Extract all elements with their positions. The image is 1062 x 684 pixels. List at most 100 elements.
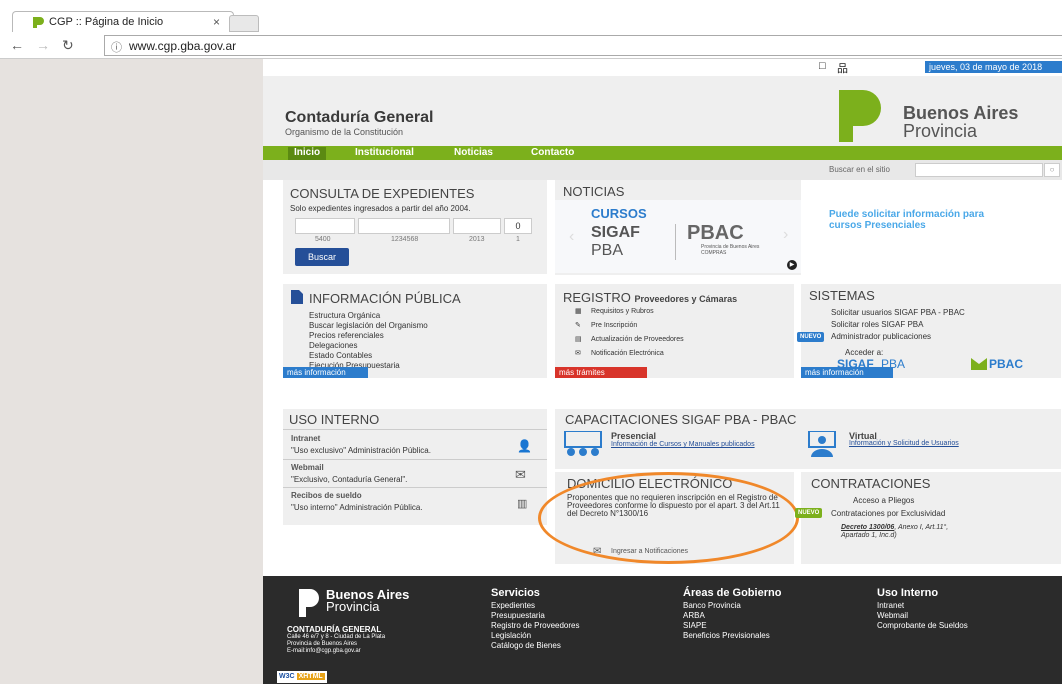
banner-promo-bg: [829, 197, 1061, 270]
sistemas-more-link[interactable]: más información: [801, 367, 893, 378]
expedientes-note: Solo expedientes ingresados a partir del…: [290, 204, 471, 213]
presencial-link[interactable]: Información de Cursos y Manuales publica…: [611, 441, 761, 449]
exp-field-organismo[interactable]: [295, 218, 355, 234]
registro-link-4[interactable]: Notificación Electrónica: [591, 350, 664, 357]
acceder-label: Acceder a:: [845, 348, 884, 357]
registro-title-sub: Proveedores y Cámaras: [634, 294, 738, 304]
browser-tab[interactable]: CGP :: Página de Inicio ×: [12, 11, 234, 32]
registro-more-link[interactable]: más trámites: [555, 367, 647, 378]
envelope-icon[interactable]: ✉: [515, 467, 526, 483]
footer-uso-link[interactable]: Webmail: [877, 611, 908, 620]
footer-uso-title: Uso Interno: [877, 587, 939, 599]
banner-prev-icon[interactable]: ‹: [569, 228, 574, 246]
footer-servicios-link[interactable]: Catálogo de Bienes: [491, 641, 561, 650]
sistemas-title: SISTEMAS: [809, 288, 875, 303]
banner-play-icon[interactable]: ▶: [787, 260, 797, 270]
footer-servicios-link[interactable]: Legislación: [491, 631, 531, 640]
menu-inicio[interactable]: Inicio: [288, 147, 327, 160]
noticias-banner[interactable]: CURSOS ‹ SIGAF PBA PBAC Provincia de Bue…: [555, 200, 801, 273]
info-link-3[interactable]: Precios referenciales: [309, 331, 384, 340]
sistemas-box: SISTEMAS Solicitar usuarios SIGAF PBA - …: [797, 284, 1061, 378]
browser-tabbar: CGP :: Página de Inicio ×: [0, 0, 1062, 32]
footer-servicios-link[interactable]: Registro de Proveedores: [491, 621, 580, 630]
w3c-text: W3C: [279, 673, 295, 680]
registro-link-1[interactable]: Requisitos y Rubros: [591, 308, 654, 315]
search-icon[interactable]: ○: [1044, 163, 1060, 177]
building-icon: ▤: [575, 336, 582, 343]
site-page: □ 品 jueves, 03 de mayo de 2018 Contadurí…: [263, 59, 1062, 684]
footer-areas-link[interactable]: SIAPE: [683, 621, 707, 630]
exp-hint-4: 1: [516, 236, 520, 243]
reload-icon[interactable]: ↻: [62, 37, 74, 54]
sistemas-link-1[interactable]: Solicitar usuarios SIGAF PBA - PBAC: [831, 308, 965, 317]
banner-next-icon[interactable]: ›: [783, 226, 788, 244]
site-info-icon[interactable]: ⓘ: [111, 39, 122, 55]
registro-box: REGISTRO Proveedores y Cámaras Requisito…: [555, 284, 794, 378]
footer-areas-link[interactable]: Beneficios Previsionales: [683, 631, 770, 640]
sistemas-link-2[interactable]: Solicitar roles SIGAF PBA: [831, 320, 923, 329]
sistemas-link-3[interactable]: Administrador publicaciones: [831, 332, 931, 341]
banner-promo-text: Puede solicitar información para cursos …: [829, 209, 985, 231]
new-tab-button[interactable]: [229, 15, 259, 32]
footer-uso-link[interactable]: Intranet: [877, 601, 904, 610]
decreto-link[interactable]: Decreto 1300/06: [841, 524, 894, 531]
webmail-title[interactable]: Webmail: [291, 463, 324, 472]
site-title[interactable]: Contaduría General: [285, 109, 433, 127]
back-icon[interactable]: ←: [10, 37, 24, 53]
exp-field-numero[interactable]: [358, 218, 450, 234]
info-link-2[interactable]: Buscar legislación del Organismo: [309, 321, 428, 330]
exp-field-anio[interactable]: [453, 218, 501, 234]
info-publica-title: INFORMACIÓN PÚBLICA: [309, 291, 461, 306]
buscar-button[interactable]: Buscar: [295, 248, 349, 266]
info-link-5[interactable]: Estado Contables: [309, 351, 372, 360]
address-bar[interactable]: ⓘ www.cgp.gba.gov.ar: [104, 35, 1062, 56]
pbac-link[interactable]: PBAC: [989, 357, 1023, 371]
forward-icon[interactable]: →: [36, 37, 50, 53]
virtual-link[interactable]: Información y Solicitud de Usuarios: [849, 440, 959, 447]
footer-areas-link[interactable]: ARBA: [683, 611, 705, 620]
footer-servicios-link[interactable]: Presupuestaria: [491, 611, 545, 620]
browser-navbar: ← → ↻ ⓘ www.cgp.gba.gov.ar: [0, 32, 1062, 59]
search-label: Buscar en el sitio: [829, 165, 890, 174]
apartado-text: Apartado 1, Inc.d): [841, 532, 897, 539]
sitemap-icon[interactable]: 品: [837, 60, 848, 76]
menu-noticias[interactable]: Noticias: [454, 147, 493, 160]
requisitos-icon: ▦: [575, 308, 582, 315]
search-input[interactable]: [915, 163, 1043, 177]
recibos-title[interactable]: Recibos de sueldo: [291, 491, 362, 500]
capacitaciones-box: CAPACITACIONES SIGAF PBA - PBAC Presenci…: [555, 409, 1061, 469]
tab-close-icon[interactable]: ×: [213, 15, 220, 29]
uso-interno-box: USO INTERNO Intranet "Uso exclusivo" Adm…: [283, 409, 547, 525]
exclusividad-link[interactable]: Contrataciones por Exclusividad: [831, 509, 945, 518]
menu-institucional[interactable]: Institucional: [355, 147, 414, 160]
buenos-aires-logo-icon[interactable]: [837, 88, 883, 144]
site-footer: Buenos Aires Provincia CONTADURÍA GENERA…: [263, 576, 1062, 684]
receipt-icon[interactable]: ▥: [517, 497, 527, 510]
menu-contacto[interactable]: Contacto: [531, 147, 574, 160]
pbac-logo-icon[interactable]: [971, 358, 987, 370]
footer-areas-link[interactable]: Banco Provincia: [683, 601, 741, 610]
webmail-desc: "Exclusivo, Contaduría General".: [291, 475, 408, 484]
search-row: Buscar en el sitio ○: [263, 160, 1062, 180]
footer-uso-link[interactable]: Comprobante de Sueldos: [877, 621, 968, 630]
footer-areas-title: Áreas de Gobierno: [683, 587, 782, 599]
uso-interno-title: USO INTERNO: [289, 412, 380, 427]
registro-link-2[interactable]: Pre Inscripción: [591, 322, 637, 329]
intranet-title[interactable]: Intranet: [291, 434, 320, 443]
footer-email[interactable]: E-mail:info@cgp.gba.gov.ar: [287, 648, 361, 654]
registro-link-3[interactable]: Actualización de Proveedores: [591, 336, 684, 343]
site-subtitle: Organismo de la Constitución: [285, 127, 404, 137]
info-more-link[interactable]: más información: [283, 367, 368, 378]
divider: [283, 459, 547, 460]
user-icon[interactable]: 👤: [517, 439, 532, 453]
divider: [283, 487, 547, 488]
w3c-badge[interactable]: W3C XHTML: [277, 671, 327, 683]
footer-brand-word: Provincia: [326, 599, 380, 614]
exp-hint-1: 5400: [315, 236, 331, 243]
footer-servicios-link[interactable]: Expedientes: [491, 601, 535, 610]
text-size-icon[interactable]: □: [819, 60, 826, 72]
info-link-1[interactable]: Estructura Orgánica: [309, 311, 380, 320]
acceso-pliegos-link[interactable]: Acceso a Pliegos: [853, 496, 914, 505]
exp-field-alcance[interactable]: 0: [504, 218, 532, 234]
info-link-4[interactable]: Delegaciones: [309, 341, 357, 350]
